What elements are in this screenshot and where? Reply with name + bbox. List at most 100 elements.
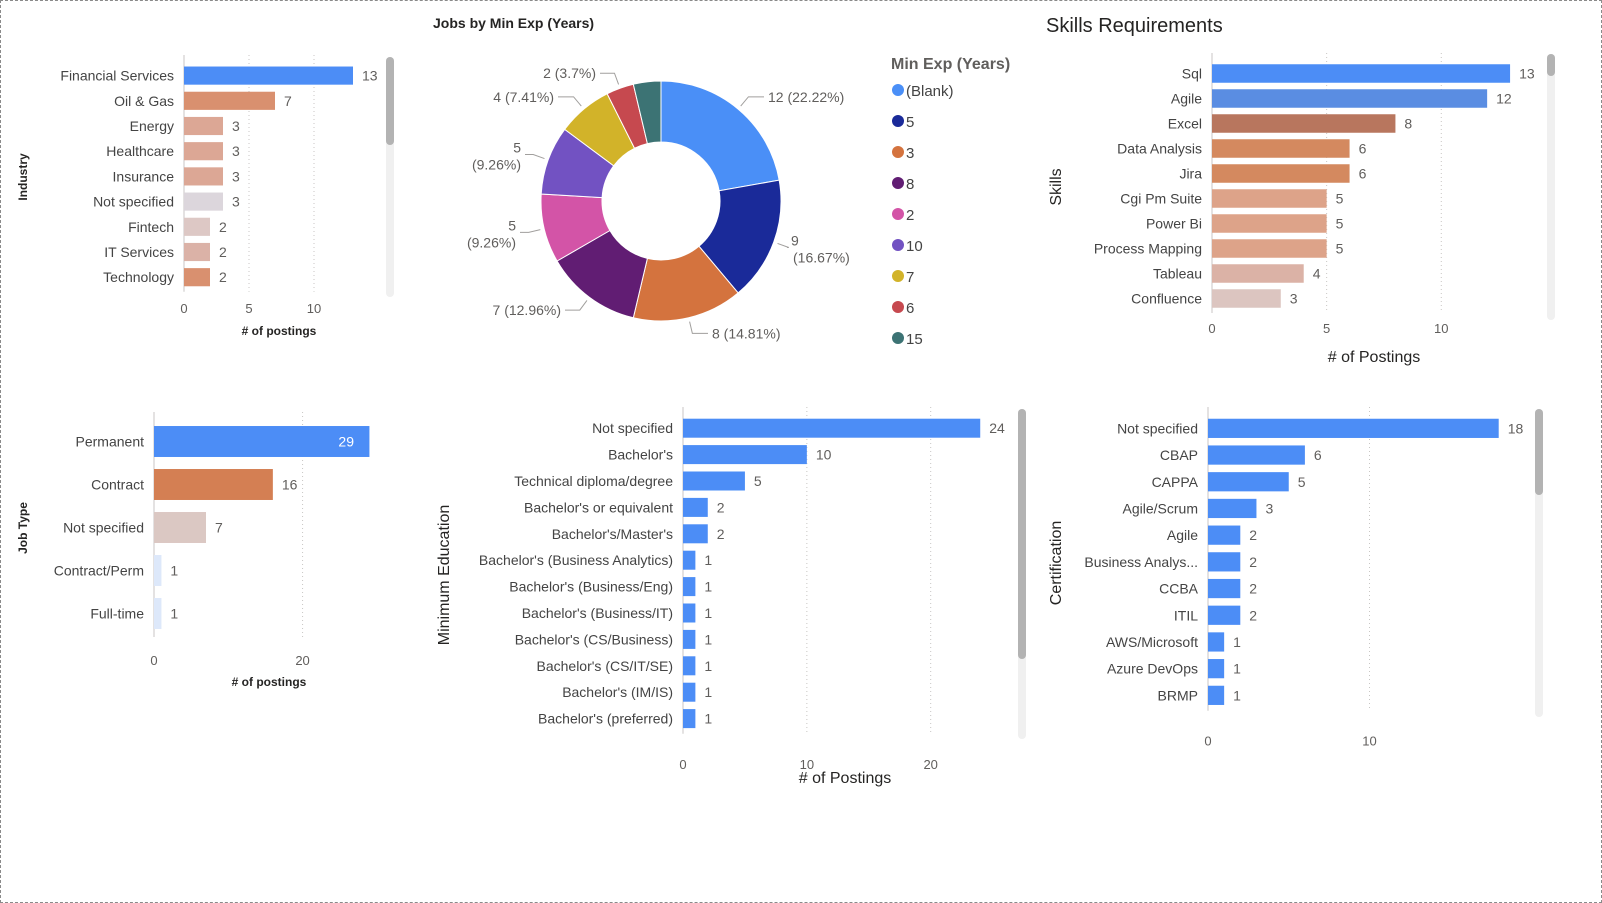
bar-agile[interactable] bbox=[1212, 89, 1488, 108]
job-type-bar-chart[interactable]: 0 20 Permanent 29 Contract 16 Not specified 7 Co… bbox=[1, 401, 401, 701]
bar-ccba[interactable] bbox=[1208, 578, 1241, 599]
bar-not-specified[interactable] bbox=[184, 192, 223, 211]
legend-label-10[interactable]: 10 bbox=[906, 238, 923, 255]
certification-chart-svg: 0 10 Not specified 18 CBAP 6 CAPPA 5 Agile/Scrum… bbox=[1048, 407, 1543, 749]
bar-power-bi[interactable] bbox=[1212, 214, 1327, 233]
data-label-bachelor-s-cs-business: 1 bbox=[704, 631, 712, 647]
category-label-bachelor-s-im-is: Bachelor's (IM/IS) bbox=[562, 684, 673, 700]
scrollbar-thumb[interactable] bbox=[1018, 409, 1026, 659]
bar-cbap[interactable] bbox=[1208, 445, 1305, 465]
category-label-not-specified: Not specified bbox=[1117, 420, 1198, 436]
scrollbar-thumb[interactable] bbox=[1547, 54, 1555, 76]
bar-not-specified[interactable] bbox=[683, 418, 981, 438]
legend-marker-blank[interactable] bbox=[892, 84, 904, 96]
bar-data-analysis[interactable] bbox=[1212, 139, 1350, 158]
category-label-agile: Agile bbox=[1167, 527, 1198, 543]
legend-label-8[interactable]: 8 bbox=[906, 176, 914, 193]
bar-fintech[interactable] bbox=[184, 217, 210, 236]
scrollbar-thumb[interactable] bbox=[386, 57, 394, 145]
bar-tableau[interactable] bbox=[1212, 264, 1304, 283]
legend-marker-5[interactable] bbox=[892, 115, 904, 127]
x-tick-label: 5 bbox=[245, 301, 252, 316]
bar-business-analys[interactable] bbox=[1208, 552, 1241, 572]
bar-itil[interactable] bbox=[1208, 605, 1241, 625]
legend-marker-3[interactable] bbox=[892, 146, 904, 158]
scrollbar-track[interactable] bbox=[1547, 54, 1555, 320]
skills-bar-chart[interactable]: Skills Requirements 0 5 10 Sql 13 Agile 12 Exce… bbox=[1041, 1, 1571, 376]
leader-line bbox=[565, 300, 588, 311]
slice-blank[interactable] bbox=[660, 80, 780, 192]
bar-agile[interactable] bbox=[1208, 525, 1241, 545]
bar-sql[interactable] bbox=[1212, 64, 1511, 83]
slice-data-label: 5 (9.26%) bbox=[472, 139, 521, 172]
x-tick-label: 0 bbox=[180, 301, 187, 316]
legend-label-5[interactable]: 5 bbox=[906, 114, 914, 131]
legend-marker-15[interactable] bbox=[892, 332, 904, 344]
bar-insurance[interactable] bbox=[184, 167, 223, 186]
bar-bachelor-s-master-s[interactable] bbox=[683, 524, 708, 544]
min-education-chart-svg: 0 10 20Not specified 24Bachelor's 10Technica… bbox=[436, 407, 1026, 787]
min-education-bar-chart[interactable]: 0 10 20 Not specified 24 Bachelor's 10 Technica… bbox=[421, 401, 1041, 801]
bar-bachelor-s-cs-business[interactable] bbox=[683, 629, 696, 649]
bar-bachelor-s-cs-it-se[interactable] bbox=[683, 656, 696, 676]
legend-label-15[interactable]: 15 bbox=[906, 331, 923, 348]
bar-bachelor-s-business-analytics[interactable] bbox=[683, 550, 696, 570]
bar-jira[interactable] bbox=[1212, 164, 1350, 183]
bar-permanent[interactable] bbox=[154, 426, 370, 457]
bar-bachelor-s-or-equivalent[interactable] bbox=[683, 497, 708, 517]
legend-marker-6[interactable] bbox=[892, 301, 904, 313]
legend-marker-8[interactable] bbox=[892, 177, 904, 189]
legend-label-3[interactable]: 3 bbox=[906, 145, 914, 162]
x-tick-label: 0 bbox=[1204, 734, 1211, 749]
bar-technical-diploma-degree[interactable] bbox=[683, 471, 745, 491]
bar-healthcare[interactable] bbox=[184, 142, 223, 161]
scrollbar-thumb[interactable] bbox=[1535, 409, 1543, 495]
data-label-not-specified: 3 bbox=[232, 194, 240, 210]
bar-contract[interactable] bbox=[154, 469, 273, 500]
legend-label-7[interactable]: 7 bbox=[906, 269, 914, 286]
bar-bachelor-s-preferred[interactable] bbox=[683, 709, 696, 729]
category-label-excel: Excel bbox=[1168, 116, 1202, 132]
bar-bachelor-s-business-eng[interactable] bbox=[683, 577, 696, 597]
bar-it-services[interactable] bbox=[184, 242, 210, 262]
legend-label-6[interactable]: 6 bbox=[906, 300, 914, 317]
bar-financial-services[interactable] bbox=[184, 66, 353, 85]
bar-not-specified[interactable] bbox=[1208, 418, 1499, 438]
data-label-ccba: 2 bbox=[1249, 581, 1257, 597]
data-label-cgi-pm-suite: 5 bbox=[1336, 191, 1344, 207]
bar-cgi-pm-suite[interactable] bbox=[1212, 189, 1327, 208]
bar-full-time[interactable] bbox=[154, 598, 162, 629]
certification-bar-chart[interactable]: 0 10 Not specified 18 CBAP 6 CAPPA 5 Agile/Scrum… bbox=[1041, 401, 1571, 761]
legend-marker-2[interactable] bbox=[892, 208, 904, 220]
leader-line bbox=[558, 96, 582, 107]
bar-confluence[interactable] bbox=[1212, 289, 1281, 308]
legend-marker-10[interactable] bbox=[892, 239, 904, 251]
legend-label-blank[interactable]: (Blank) bbox=[906, 83, 954, 100]
bar-azure-devops[interactable] bbox=[1208, 659, 1225, 679]
bar-technology[interactable] bbox=[184, 268, 210, 287]
bar-agile-scrum[interactable] bbox=[1208, 498, 1257, 519]
bar-cappa[interactable] bbox=[1208, 472, 1289, 492]
bar-process-mapping[interactable] bbox=[1212, 239, 1327, 258]
industry-bar-chart[interactable]: 0 5 10 Financial Services 13 Oil & Gas 7 Energy… bbox=[1, 41, 401, 351]
bar-energy[interactable] bbox=[184, 116, 223, 136]
bar-bachelor-s[interactable] bbox=[683, 445, 807, 465]
bar-contract-perm[interactable] bbox=[154, 555, 162, 586]
category-label-not-specified: Not specified bbox=[63, 520, 144, 536]
category-label-bachelor-s-business-analytics: Bachelor's (Business Analytics) bbox=[479, 552, 673, 568]
legend-label-2[interactable]: 2 bbox=[906, 207, 914, 224]
bar-excel[interactable] bbox=[1212, 114, 1396, 133]
data-label-agile: 2 bbox=[1249, 527, 1257, 543]
bar-brmp[interactable] bbox=[1208, 685, 1225, 705]
data-label-cappa: 5 bbox=[1298, 474, 1306, 490]
data-label-energy: 3 bbox=[232, 118, 240, 134]
bar-oil-gas[interactable] bbox=[184, 91, 275, 110]
bar-aws-microsoft[interactable] bbox=[1208, 632, 1225, 652]
bar-bachelor-s-im-is[interactable] bbox=[683, 682, 696, 702]
data-label-bachelor-s-business-it: 1 bbox=[704, 605, 712, 621]
bar-not-specified[interactable] bbox=[154, 512, 206, 543]
legend-marker-7[interactable] bbox=[892, 270, 904, 282]
bar-bachelor-s-business-it[interactable] bbox=[683, 603, 696, 623]
min-exp-donut-chart[interactable]: Jobs by Min Exp (Years) 12 (22.22%) 9 (16.… bbox=[421, 1, 1041, 361]
data-label-healthcare: 3 bbox=[232, 143, 240, 159]
